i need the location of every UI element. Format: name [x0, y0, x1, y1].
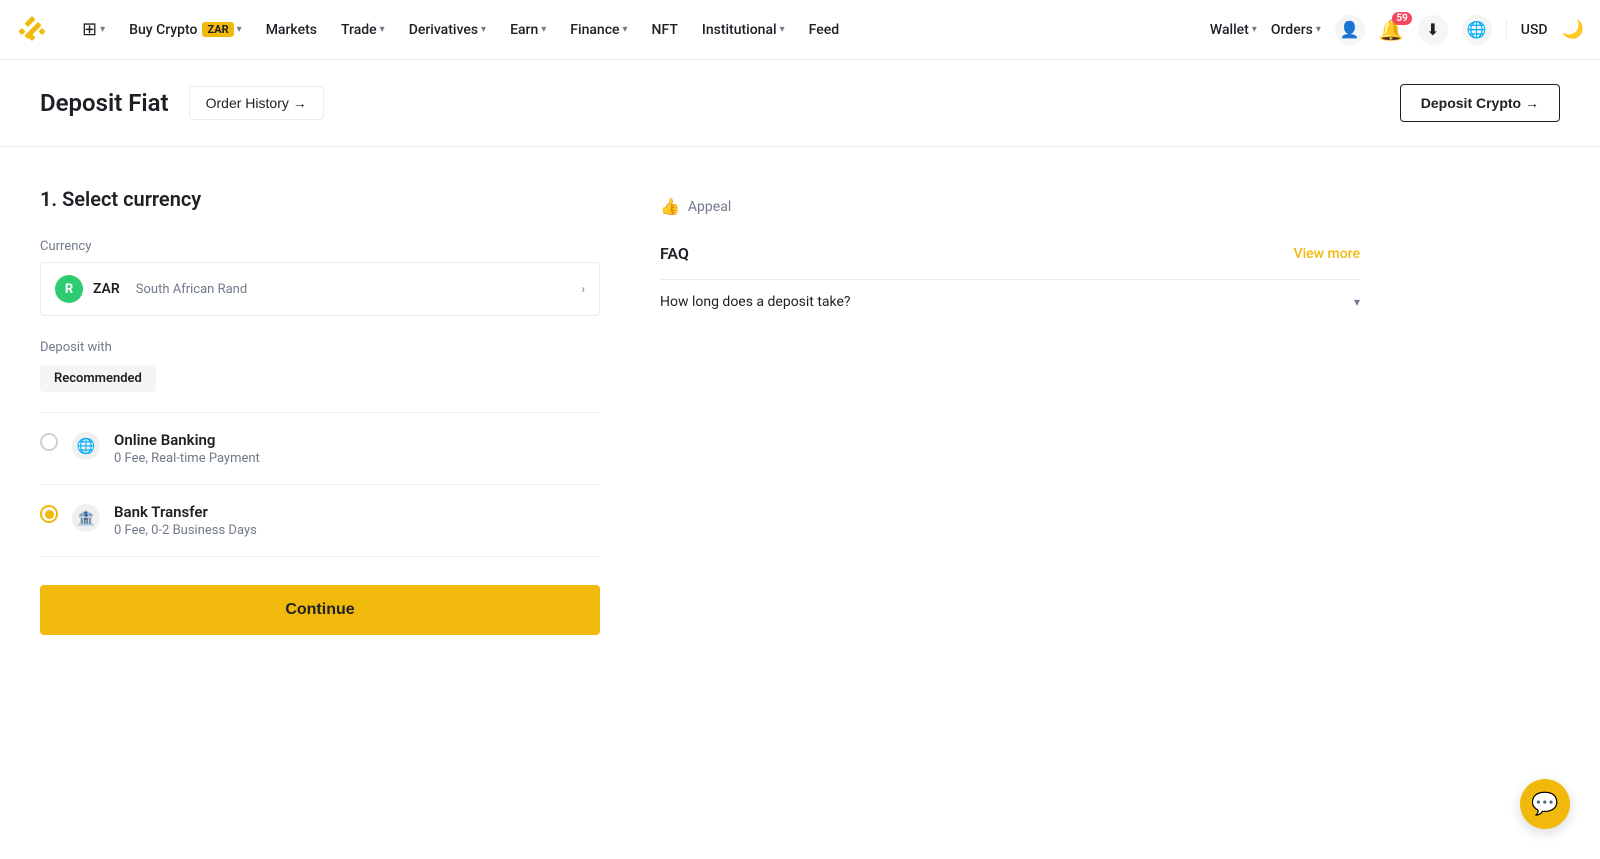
faq-chevron-icon: ▾ [1354, 295, 1360, 309]
faq-title: FAQ [660, 244, 689, 263]
online-banking-info: Online Banking 0 Fee, Real-time Payment [114, 431, 260, 466]
currency-code: ZAR [93, 281, 120, 297]
download-icon[interactable]: ⬇ [1418, 15, 1448, 45]
bank-transfer-info: Bank Transfer 0 Fee, 0-2 Business Days [114, 503, 257, 538]
payment-options: 🌐 Online Banking 0 Fee, Real-time Paymen… [40, 412, 600, 557]
radio-online-banking[interactable] [40, 433, 58, 451]
chat-button[interactable]: 💬 [1520, 779, 1570, 829]
nav-item-trade[interactable]: Trade ▾ [331, 0, 395, 60]
profile-icon[interactable]: 👤 [1335, 15, 1365, 45]
notification-bell[interactable]: 🔔 59 [1379, 18, 1404, 42]
appeal-row[interactable]: 👍 Appeal [660, 197, 1360, 216]
side-section: 👍 Appeal FAQ View more How long does a d… [660, 187, 1360, 635]
faq-item-0[interactable]: How long does a deposit take? ▾ [660, 279, 1360, 324]
radio-bank-transfer[interactable] [40, 505, 58, 523]
appeal-label: Appeal [688, 199, 731, 215]
faq-question-0: How long does a deposit take? [660, 294, 851, 310]
nav-item-institutional[interactable]: Institutional ▾ [692, 0, 795, 60]
nav-item-markets[interactable]: Markets [256, 0, 327, 60]
deposit-crypto-button[interactable]: Deposit Crypto → [1400, 84, 1560, 122]
page-header: Deposit Fiat Order History → Deposit Cry… [0, 60, 1600, 147]
nav-divider [1506, 20, 1507, 40]
content-area: 1. Select currency Currency R ZAR South … [0, 147, 1400, 675]
bank-transfer-name: Bank Transfer [114, 503, 257, 521]
currency-left: R ZAR South African Rand [55, 275, 247, 303]
nav-grid-icon[interactable]: ⊞ ▾ [72, 0, 115, 60]
chat-icon: 💬 [1531, 792, 1558, 817]
nav-orders[interactable]: Orders ▾ [1271, 22, 1321, 38]
radio-inner [45, 510, 54, 519]
appeal-icon: 👍 [660, 197, 680, 216]
payment-option-online-banking[interactable]: 🌐 Online Banking 0 Fee, Real-time Paymen… [40, 412, 600, 485]
deposit-with-label: Deposit with [40, 340, 600, 355]
currency-arrow-icon: › [581, 282, 585, 296]
step-title: 1. Select currency [40, 187, 600, 211]
globe-icon[interactable]: 🌐 [1462, 15, 1492, 45]
nav-item-derivatives[interactable]: Derivatives ▾ [399, 0, 496, 60]
page-title: Deposit Fiat [40, 89, 169, 117]
order-history-button[interactable]: Order History → [189, 86, 324, 120]
theme-toggle[interactable]: 🌙 [1562, 19, 1584, 40]
nav-wallet[interactable]: Wallet ▾ [1210, 22, 1257, 38]
view-more-link[interactable]: View more [1294, 246, 1360, 262]
main-section: 1. Select currency Currency R ZAR South … [40, 187, 600, 635]
nav-item-buy-crypto[interactable]: Buy Crypto ZAR ▾ [119, 0, 252, 60]
online-banking-icon: 🌐 [72, 432, 100, 460]
payment-option-bank-transfer[interactable]: 🏦 Bank Transfer 0 Fee, 0-2 Business Days [40, 485, 600, 557]
continue-button[interactable]: Continue [40, 585, 600, 635]
nav-item-earn[interactable]: Earn ▾ [500, 0, 556, 60]
brand-logo[interactable] [16, 14, 48, 46]
nav-item-nft[interactable]: NFT [642, 0, 688, 60]
currency-label: Currency [40, 239, 600, 254]
currency-selector[interactable]: USD [1521, 22, 1548, 38]
navbar: ⊞ ▾ Buy Crypto ZAR ▾ Markets Trade ▾ Der… [0, 0, 1600, 60]
online-banking-name: Online Banking [114, 431, 260, 449]
nav-right: Wallet ▾ Orders ▾ 👤 🔔 59 ⬇ 🌐 USD 🌙 [1210, 15, 1584, 45]
currency-icon: R [55, 275, 83, 303]
bank-transfer-icon: 🏦 [72, 504, 100, 532]
currency-select[interactable]: R ZAR South African Rand › [40, 262, 600, 316]
nav-left: ⊞ ▾ Buy Crypto ZAR ▾ Markets Trade ▾ Der… [72, 0, 1210, 60]
bank-transfer-desc: 0 Fee, 0-2 Business Days [114, 523, 257, 538]
currency-name: South African Rand [136, 282, 247, 297]
nav-item-finance[interactable]: Finance ▾ [560, 0, 637, 60]
recommended-tab[interactable]: Recommended [40, 365, 156, 392]
nav-item-feed[interactable]: Feed [799, 0, 849, 60]
page-header-left: Deposit Fiat Order History → [40, 86, 324, 120]
faq-header: FAQ View more [660, 244, 1360, 263]
online-banking-desc: 0 Fee, Real-time Payment [114, 451, 260, 466]
